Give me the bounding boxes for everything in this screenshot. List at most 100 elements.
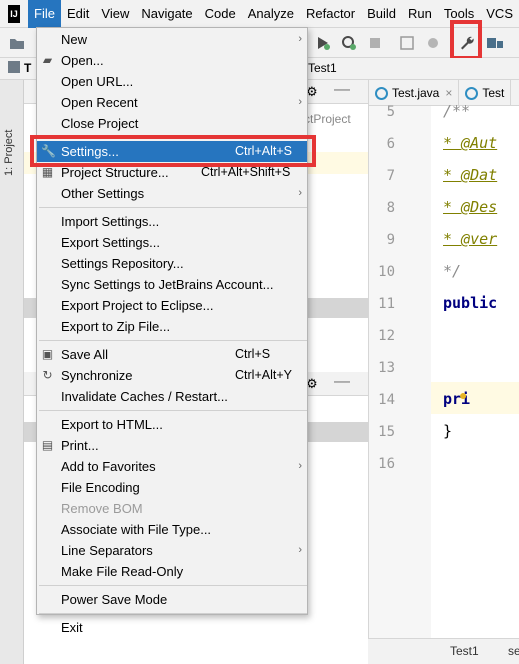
menu-navigate[interactable]: Navigate <box>135 0 198 28</box>
menu-vcs[interactable]: VCS <box>480 0 519 28</box>
menu-item-label: Make File Read-Only <box>61 564 184 579</box>
sync-icon: ↻ <box>42 368 53 382</box>
code-line[interactable]: */ <box>443 262 461 280</box>
line-number: 6 <box>386 136 395 152</box>
line-number: 12 <box>378 328 395 344</box>
menu-file[interactable]: File <box>28 0 61 28</box>
menu-item-other-settings[interactable]: Other Settings › <box>37 183 307 204</box>
menu-item-add-to-favorites[interactable]: Add to Favorites › <box>37 456 307 477</box>
menu-refactor[interactable]: Refactor <box>300 0 361 28</box>
coverage-icon[interactable] <box>340 34 358 52</box>
code-line[interactable]: /** <box>443 102 470 120</box>
menu-build[interactable]: Build <box>361 0 402 28</box>
line-number: 13 <box>378 360 395 376</box>
line-number: 14 <box>378 392 395 408</box>
code-line[interactable]: * @ver <box>443 230 497 248</box>
chevron-right-icon: › <box>298 33 302 45</box>
menu-item-associate-with-file-type[interactable]: Associate with File Type... <box>37 519 307 540</box>
code-line[interactable]: * @Dat <box>443 166 497 184</box>
status-file[interactable]: Test1 <box>450 644 479 658</box>
menu-item-label: Line Separators <box>61 543 153 558</box>
line-gutter <box>369 106 431 646</box>
menu-bar: IJ File Edit View Navigate Code Analyze Refact… <box>0 0 519 28</box>
sdk-icon[interactable] <box>424 34 442 52</box>
line-number: 5 <box>386 104 395 120</box>
menu-item-label: Print... <box>61 438 99 453</box>
close-icon[interactable]: × <box>445 86 452 100</box>
lightbulb-icon[interactable]: ● <box>459 387 467 403</box>
open-folder-icon[interactable] <box>8 34 26 52</box>
code-line[interactable]: public <box>443 294 497 312</box>
settings-highlight-box <box>30 135 316 167</box>
menu-item-label: Export to HTML... <box>61 417 163 432</box>
menu-item-export-settings[interactable]: Export Settings... <box>37 232 307 253</box>
breadcrumb-file[interactable]: Test1 <box>308 61 337 75</box>
menu-item-label: Export Project to Eclipse... <box>61 298 214 313</box>
menu-item-label: Close Project <box>61 116 139 131</box>
menu-view[interactable]: View <box>95 0 135 28</box>
print-icon: ▤ <box>41 438 54 452</box>
project-folder-icon <box>8 61 20 73</box>
menu-run[interactable]: Run <box>402 0 438 28</box>
stop-icon[interactable] <box>366 34 384 52</box>
menu-item-print[interactable]: ▤ Print... <box>37 435 307 456</box>
menu-item-label: Associate with File Type... <box>61 522 212 537</box>
menu-item-settings-repository[interactable]: Settings Repository... <box>37 253 307 274</box>
tool-window-strip: 1: Project <box>0 80 24 664</box>
menu-item-label: Open URL... <box>61 74 134 89</box>
menu-item-sync-settings-to-jetbrains-account[interactable]: Sync Settings to JetBrains Account... <box>37 274 307 295</box>
line-number: 16 <box>378 456 395 472</box>
menu-item-label: Open... <box>61 53 104 68</box>
menu-item-new[interactable]: New › <box>37 29 307 50</box>
code-line[interactable]: * @Aut <box>443 134 497 152</box>
menu-item-export-project-to-eclipse[interactable]: Export Project to Eclipse... <box>37 295 307 316</box>
menu-item-label: New <box>61 32 88 47</box>
hide-icon[interactable]: — <box>334 373 350 391</box>
menu-item-export-to-zip-file[interactable]: Export to Zip File... <box>37 316 307 337</box>
status-bar: Test1 se <box>368 638 519 664</box>
code-line[interactable]: * @Des <box>443 198 497 216</box>
line-number: 7 <box>386 168 395 184</box>
menu-item-open-url[interactable]: Open URL... <box>37 71 307 92</box>
menu-item-label: Settings Repository... <box>61 256 184 271</box>
menu-item-open-recent[interactable]: Open Recent › <box>37 92 307 113</box>
menu-code[interactable]: Code <box>199 0 242 28</box>
menu-item-remove-bom: Remove BOM <box>37 498 307 519</box>
menu-item-line-separators[interactable]: Line Separators › <box>37 540 307 561</box>
menu-item-exit[interactable]: Exit <box>37 617 307 638</box>
project-structure-toolbar-icon[interactable] <box>398 34 416 52</box>
menu-item-label: Save All <box>61 347 108 362</box>
debug-icon[interactable] <box>314 34 332 52</box>
menu-item-label: Synchronize <box>61 368 133 383</box>
menu-item-open[interactable]: ▰ Open... <box>37 50 307 71</box>
breadcrumb-root[interactable]: T <box>24 61 31 75</box>
class-icon <box>375 86 388 100</box>
menu-item-invalidate-caches-restart[interactable]: Invalidate Caches / Restart... <box>37 386 307 407</box>
project-structure-icon[interactable] <box>486 34 504 52</box>
menu-item-export-to-html[interactable]: Export to HTML... <box>37 414 307 435</box>
hide-icon[interactable]: — <box>334 81 350 99</box>
chevron-right-icon: › <box>298 187 302 199</box>
menu-item-save-all[interactable]: ▣ Save All Ctrl+S <box>37 344 307 365</box>
menu-item-shortcut: Ctrl+Alt+Y <box>235 368 292 382</box>
menu-item-label: Invalidate Caches / Restart... <box>61 389 228 404</box>
menu-analyze[interactable]: Analyze <box>242 0 300 28</box>
menu-separator <box>39 585 307 586</box>
menu-item-close-project[interactable]: Close Project <box>37 113 307 134</box>
menu-item-file-encoding[interactable]: File Encoding <box>37 477 307 498</box>
project-tool-tab[interactable]: 1: Project <box>3 130 15 176</box>
menu-edit[interactable]: Edit <box>61 0 95 28</box>
menu-separator <box>39 410 307 411</box>
file-menu-dropdown: New › ▰ Open... Open URL... Open Recent › Close… <box>36 27 308 635</box>
menu-item-power-save-mode[interactable]: Power Save Mode <box>37 589 307 610</box>
line-number: 11 <box>378 296 395 312</box>
editor: Test.java × Test 5/** 6 * @Aut 7 * @Dat 8 * … <box>368 80 519 664</box>
code-line[interactable]: } <box>443 422 452 440</box>
menu-item-import-settings[interactable]: Import Settings... <box>37 211 307 232</box>
menu-item-synchronize[interactable]: ↻ Synchronize Ctrl+Alt+Y <box>37 365 307 386</box>
menu-item-label: Export to Zip File... <box>61 319 171 334</box>
menu-separator <box>39 613 307 614</box>
save-icon: ▣ <box>41 347 54 361</box>
menu-item-make-file-read-only[interactable]: Make File Read-Only <box>37 561 307 582</box>
status-extra[interactable]: se <box>508 644 519 658</box>
